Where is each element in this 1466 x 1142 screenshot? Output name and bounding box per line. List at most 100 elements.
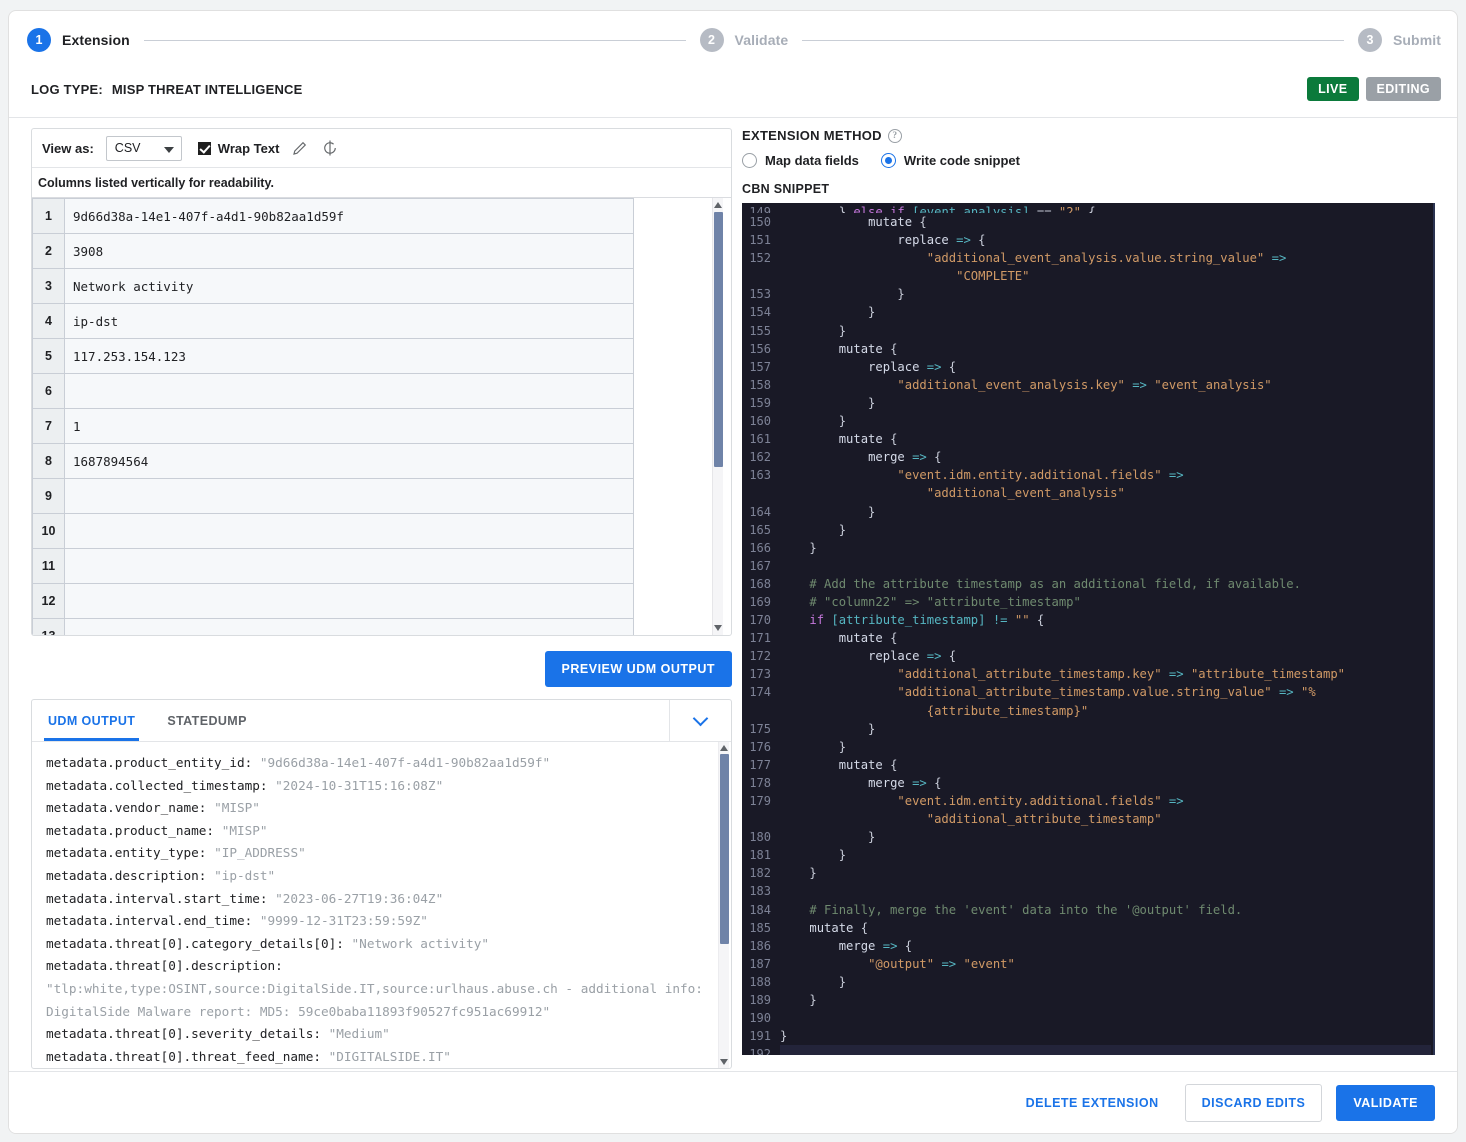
validate-button[interactable]: VALIDATE (1336, 1084, 1435, 1121)
editor-code-line[interactable]: merge => { (780, 937, 1431, 955)
row-value[interactable] (64, 373, 634, 409)
cbn-code-editor[interactable]: 149 150 151 152 153 154 155 156 157 158 159 160 161 1… (742, 203, 1435, 1055)
step-validate-number: 2 (699, 28, 724, 52)
editor-code-line[interactable]: if [attribute_timestamp] != "" { (780, 611, 1431, 629)
row-value[interactable]: 1 (64, 408, 634, 444)
udm-scrollbar[interactable] (718, 742, 729, 1068)
editor-code-line[interactable]: mutate { (780, 756, 1431, 774)
editor-code-line[interactable]: } else if [event_analysis] == "2" { (780, 203, 1431, 213)
editor-code-line[interactable]: mutate { (780, 340, 1431, 358)
row-value[interactable]: 117.253.154.123 (64, 338, 634, 374)
editor-code-line[interactable]: } (780, 412, 1431, 430)
wrap-text-checkbox[interactable]: Wrap Text (197, 141, 279, 156)
discard-edits-button[interactable]: DISCARD EDITS (1184, 1083, 1323, 1122)
udm-tabs: UDM OUTPUT STATEDUMP (32, 700, 731, 742)
editor-code-line[interactable]: } (780, 1027, 1431, 1045)
editor-code-line[interactable]: } (780, 828, 1431, 846)
editor-code-line[interactable]: merge => { (780, 448, 1431, 466)
editor-code-line[interactable]: } (780, 864, 1431, 882)
editor-code-line[interactable]: } (780, 973, 1431, 991)
status-badge-editing[interactable]: EDITING (1365, 77, 1441, 101)
row-value[interactable]: 9d66d38a-14e1-407f-a4d1-90b82aa1d59f (64, 198, 634, 234)
editor-code-line[interactable]: mutate { (780, 213, 1431, 231)
row-value[interactable] (64, 478, 634, 514)
udm-output-body[interactable]: metadata.product_entity_id: "9d66d38a-14… (32, 742, 731, 1068)
csv-scrollbar[interactable] (712, 198, 723, 635)
editor-code-line[interactable]: "additional_event_analysis.key" => "even… (780, 376, 1431, 394)
main-content: View as: CSV Wrap Text Columns listed ve… (9, 118, 1457, 1070)
scroll-down-icon[interactable] (714, 625, 722, 631)
table-row: 12 (32, 583, 634, 619)
editor-code-area[interactable]: } else if [event_analysis] == "2" { muta… (778, 203, 1431, 1055)
tab-statedump[interactable]: STATEDUMP (151, 700, 263, 741)
editor-code-line[interactable]: } (780, 285, 1431, 303)
scroll-up-icon[interactable] (720, 745, 728, 751)
row-value[interactable]: 1687894564 (64, 443, 634, 479)
status-badge-live[interactable]: LIVE (1307, 77, 1359, 101)
table-row: 2 3908 (32, 233, 634, 269)
editor-code-line[interactable]: } (780, 539, 1431, 557)
pencil-icon[interactable] (291, 139, 309, 157)
editor-code-line[interactable]: replace => { (780, 231, 1431, 249)
editor-code-line[interactable]: replace => { (780, 358, 1431, 376)
csv-scroll-thumb[interactable] (714, 212, 723, 467)
row-value[interactable]: ip-dst (64, 303, 634, 339)
delete-extension-button[interactable]: DELETE EXTENSION (1014, 1085, 1171, 1121)
editor-code-line[interactable] (780, 882, 1431, 900)
editor-code-line[interactable]: "additional_event_analysis.value.string_… (780, 249, 1431, 285)
radio-map-data-fields[interactable]: Map data fields (742, 153, 859, 168)
editor-code-line[interactable]: } (780, 303, 1431, 321)
editor-code-line[interactable]: # "column22" => "attribute_timestamp" (780, 593, 1431, 611)
editor-code-line[interactable]: "additional_attribute_timestamp.key" => … (780, 665, 1431, 683)
tab-udm-output[interactable]: UDM OUTPUT (32, 700, 151, 741)
row-value[interactable] (64, 618, 634, 635)
row-value[interactable]: 3908 (64, 233, 634, 269)
editor-code-line[interactable] (780, 557, 1431, 575)
table-row: 8 1687894564 (32, 443, 634, 479)
view-as-select[interactable]: CSV (105, 135, 182, 161)
editor-code-line[interactable]: mutate { (780, 430, 1431, 448)
step-extension[interactable]: 1 Extension (27, 28, 130, 52)
row-value[interactable] (64, 513, 634, 549)
editor-code-line[interactable]: } (780, 738, 1431, 756)
editor-code-line[interactable]: # Add the attribute timestamp as an addi… (780, 575, 1431, 593)
row-value[interactable] (64, 583, 634, 619)
editor-code-line[interactable]: } (780, 521, 1431, 539)
table-row: 9 (32, 478, 634, 514)
editor-code-line[interactable]: mutate { (780, 629, 1431, 647)
udm-expand-button[interactable] (669, 700, 731, 741)
editor-line-number: 155 (749, 323, 771, 338)
preview-udm-output-button[interactable]: PREVIEW UDM OUTPUT (544, 651, 732, 687)
editor-code-line[interactable] (780, 1045, 1431, 1055)
editor-code-line[interactable]: merge => { (780, 774, 1431, 792)
scroll-down-icon[interactable] (720, 1059, 728, 1065)
row-value[interactable] (64, 548, 634, 584)
editor-code-line[interactable]: "additional_attribute_timestamp.value.st… (780, 683, 1431, 719)
step-submit[interactable]: 3 Submit (1357, 28, 1441, 52)
editor-code-line[interactable]: "@output" => "event" (780, 955, 1431, 973)
editor-code-line[interactable]: replace => { (780, 647, 1431, 665)
editor-code-line[interactable]: } (780, 503, 1431, 521)
editor-code-line[interactable]: } (780, 720, 1431, 738)
radio-write-code-snippet[interactable]: Write code snippet (880, 153, 1020, 168)
row-index: 8 (32, 443, 65, 479)
step-validate[interactable]: 2 Validate (699, 28, 789, 52)
udm-scroll-thumb[interactable] (720, 754, 729, 944)
editor-code-line[interactable]: } (780, 322, 1431, 340)
row-value[interactable]: Network activity (64, 268, 634, 304)
editor-code-line[interactable]: } (780, 846, 1431, 864)
editor-code-line[interactable]: } (780, 991, 1431, 1009)
data-viewer-panel: View as: CSV Wrap Text Columns listed ve… (31, 128, 732, 636)
editor-line-number: 174 (749, 685, 771, 700)
editor-code-line[interactable] (780, 1009, 1431, 1027)
editor-code-line[interactable]: "event.idm.entity.additional.fields" => … (780, 792, 1431, 828)
scroll-up-icon[interactable] (714, 202, 722, 208)
editor-code-line[interactable]: "event.idm.entity.additional.fields" => … (780, 466, 1431, 502)
editor-code-line[interactable]: } (780, 394, 1431, 412)
help-icon[interactable]: ? (887, 128, 902, 143)
udm-line: metadata.product_entity_id: "9d66d38a-14… (46, 755, 551, 770)
refresh-icon[interactable] (321, 139, 339, 157)
editor-line-number: 151 (749, 233, 771, 248)
editor-code-line[interactable]: # Finally, merge the 'event' data into t… (780, 901, 1431, 919)
editor-code-line[interactable]: mutate { (780, 919, 1431, 937)
